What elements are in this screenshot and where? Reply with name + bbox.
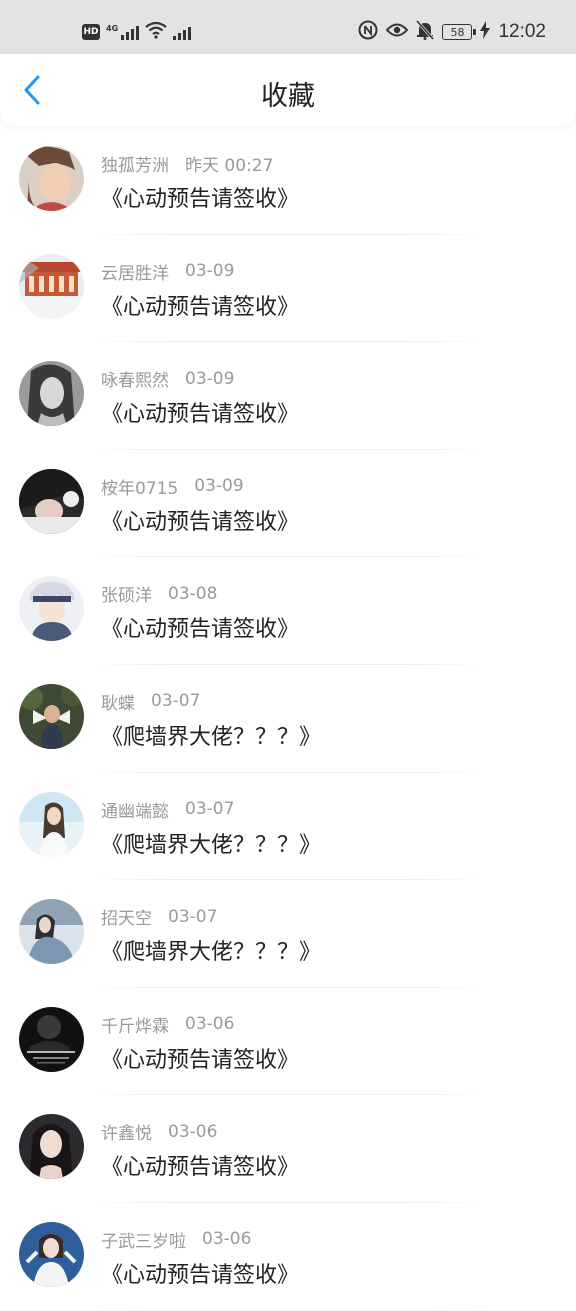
avatar[interactable] [19,791,84,857]
wifi-icon [145,21,167,43]
list-item[interactable]: 独孤芳洲 昨天 00:27 《心动预告请签收》 [0,127,576,235]
nfc-icon [358,20,378,44]
avatar[interactable] [19,1006,84,1072]
avatar[interactable] [19,1114,84,1180]
cell-signal-2-icon [173,24,192,40]
clock: 12:02 [498,21,546,42]
list-item[interactable]: 云居胜洋 03-09 《心动预告请签收》 [0,235,576,343]
battery-icon: 58 [442,24,477,40]
mute-bell-icon [416,20,435,44]
timestamp: 03-07 [185,799,235,820]
cell-signal-icon: 4G [106,24,140,40]
list-item[interactable]: 耿蝶 03-07 《爬墙界大佬？？？》 [0,665,576,773]
post-title[interactable]: 《心动预告请签收》 [101,1149,299,1181]
timestamp: 03-09 [194,476,244,497]
post-title[interactable]: 《心动预告请签收》 [101,289,299,321]
charging-icon [480,21,491,43]
timestamp: 03-06 [168,1121,218,1142]
list-item[interactable]: 千斤烨霖 03-06 《心动预告请签收》 [0,988,576,1096]
user-name[interactable]: 招天空 [101,904,152,929]
user-name[interactable]: 通幽端懿 [101,797,169,822]
avatar[interactable] [19,683,84,749]
post-title[interactable]: 《心动预告请签收》 [101,1042,299,1074]
user-name[interactable]: 张硕洋 [101,581,152,606]
timestamp: 03-06 [202,1229,252,1250]
page-title: 收藏 [261,81,315,112]
user-name[interactable]: 桉年0715 [101,474,178,499]
post-title[interactable]: 《心动预告请签收》 [101,1257,299,1289]
eye-icon [386,22,409,42]
user-name[interactable]: 许鑫悦 [101,1119,152,1144]
post-title[interactable]: 《心动预告请签收》 [101,611,299,643]
post-title[interactable]: 《心动预告请签收》 [101,181,299,213]
timestamp: 03-09 [185,261,235,282]
timestamp: 03-09 [185,368,235,389]
avatar[interactable] [19,899,84,965]
post-title[interactable]: 《爬墙界大佬？？？》 [101,719,321,751]
status-bar: HD 4G 58 12:02 [0,0,576,54]
avatar[interactable] [19,468,84,534]
list-item[interactable]: 许鑫悦 03-06 《心动预告请签收》 [0,1095,576,1203]
list-item[interactable]: 招天空 03-07 《爬墙界大佬？？？》 [0,880,576,988]
timestamp: 03-07 [151,691,201,712]
favorites-list: 独孤芳洲 昨天 00:27 《心动预告请签收》 云居胜洋 03-09 《心动预告请签… [0,127,576,1311]
user-name[interactable]: 咏春熙然 [101,366,169,391]
hd-icon: HD [82,24,100,40]
list-item[interactable]: 张硕洋 03-08 《心动预告请签收》 [0,557,576,665]
avatar[interactable] [19,253,84,319]
list-item[interactable]: 咏春熙然 03-09 《心动预告请签收》 [0,342,576,450]
avatar[interactable] [19,361,84,427]
post-title[interactable]: 《心动预告请签收》 [101,504,299,536]
divider [88,1309,488,1311]
post-title[interactable]: 《爬墙界大佬？？？》 [101,934,321,966]
avatar[interactable] [19,576,84,642]
timestamp: 03-08 [168,583,218,604]
avatar[interactable] [19,146,84,211]
status-right: 58 12:02 [358,18,546,46]
user-name[interactable]: 子武三岁啦 [101,1227,186,1252]
timestamp: 03-06 [185,1014,235,1035]
timestamp: 03-07 [168,906,218,927]
post-title[interactable]: 《爬墙界大佬？？？》 [101,827,321,859]
post-title[interactable]: 《心动预告请签收》 [101,396,299,428]
status-left: HD 4G [82,18,192,46]
network-type-label: 4G [106,24,119,33]
list-item[interactable]: 子武三岁啦 03-06 《心动预告请签收》 [0,1203,576,1311]
list-item[interactable]: 桉年0715 03-09 《心动预告请签收》 [0,450,576,558]
user-name[interactable]: 耿蝶 [101,689,135,714]
user-name[interactable]: 云居胜洋 [101,259,169,284]
app-header: 收藏 [0,54,576,126]
list-item[interactable]: 通幽端懿 03-07 《爬墙界大佬？？？》 [0,773,576,881]
user-name[interactable]: 独孤芳洲 [101,151,169,176]
user-name[interactable]: 千斤烨霖 [101,1012,169,1037]
avatar[interactable] [19,1221,84,1287]
timestamp: 昨天 00:27 [185,156,274,176]
